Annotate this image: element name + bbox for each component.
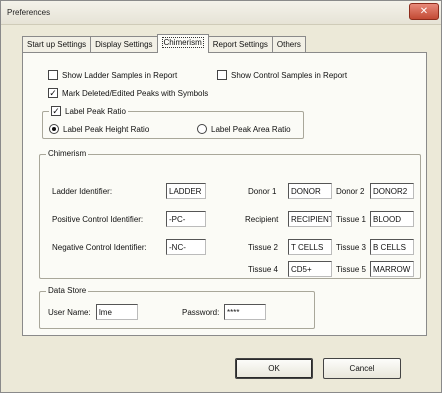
- label-peak-ratio-checkbox[interactable]: ✓ Label Peak Ratio: [49, 106, 128, 116]
- show-ladder-label: Show Ladder Samples in Report: [62, 70, 178, 80]
- show-control-label: Show Control Samples in Report: [231, 70, 348, 80]
- chimerism-tab-panel: Show Ladder Samples in Report Show Contr…: [22, 52, 427, 336]
- donor1-field[interactable]: DONOR: [288, 183, 332, 199]
- title-bar[interactable]: Preferences ✕: [1, 1, 441, 25]
- tab-start-up-settings[interactable]: Start up Settings: [22, 36, 92, 53]
- label-peak-ratio-group: ✓ Label Peak Ratio Label Peak Height Rat…: [42, 106, 304, 139]
- username-label: User Name:: [48, 308, 91, 317]
- height-ratio-label: Label Peak Height Ratio: [63, 124, 150, 134]
- show-control-check: [217, 70, 227, 80]
- area-ratio-label: Label Peak Area Ratio: [211, 124, 291, 134]
- chimerism-group-legend: Chimerism: [46, 149, 89, 158]
- cancel-button[interactable]: Cancel: [323, 358, 401, 379]
- tab-report-settings[interactable]: Report Settings: [207, 36, 273, 53]
- ok-button[interactable]: OK: [235, 358, 313, 379]
- password-label: Password:: [182, 308, 220, 317]
- negative-control-label: Negative Control Identifier:: [52, 243, 147, 252]
- chimerism-group: Chimerism Ladder Identifier: LADDER Posi…: [39, 149, 421, 279]
- label-peak-ratio-label: Label Peak Ratio: [65, 106, 126, 116]
- data-store-group: Data Store User Name: lme Password: ****: [39, 286, 315, 329]
- recipient-field[interactable]: RECIPIENT: [288, 211, 332, 227]
- negative-control-field[interactable]: -NC-: [166, 239, 206, 255]
- tissue4-field[interactable]: CD5+: [288, 261, 332, 277]
- tissue2-field[interactable]: T CELLS: [288, 239, 332, 255]
- show-ladder-checkbox[interactable]: Show Ladder Samples in Report: [48, 70, 177, 80]
- show-control-checkbox[interactable]: Show Control Samples in Report: [217, 70, 347, 80]
- area-ratio-radio-dot: [197, 124, 207, 134]
- donor2-field[interactable]: DONOR2: [370, 183, 414, 199]
- donor1-label: Donor 1: [248, 187, 277, 196]
- mark-deleted-label: Mark Deleted/Edited Peaks with Symbols: [62, 88, 209, 98]
- positive-control-field[interactable]: -PC-: [166, 211, 206, 227]
- recipient-label: Recipient: [245, 215, 279, 224]
- tab-strip: Start up Settings Display Settings Chime…: [22, 34, 306, 53]
- tab-chimerism-label: Chimerism: [161, 37, 204, 48]
- preferences-window: Preferences ✕ Start up Settings Display …: [0, 0, 442, 393]
- close-icon: ✕: [419, 6, 429, 17]
- height-ratio-radio-dot: [49, 124, 59, 134]
- password-field[interactable]: ****: [224, 304, 266, 320]
- tab-display-settings[interactable]: Display Settings: [90, 36, 158, 53]
- tissue2-label: Tissue 2: [248, 243, 278, 252]
- ladder-identifier-field[interactable]: LADDER: [166, 183, 206, 199]
- positive-control-label: Positive Control Identifier:: [52, 215, 144, 224]
- label-peak-ratio-check: ✓: [51, 106, 61, 116]
- area-ratio-radio[interactable]: Label Peak Area Ratio: [197, 124, 291, 134]
- tissue4-label: Tissue 4: [248, 265, 278, 274]
- ladder-identifier-label: Ladder Identifier:: [52, 187, 113, 196]
- show-ladder-check: [48, 70, 58, 80]
- tab-chimerism[interactable]: Chimerism: [156, 34, 209, 53]
- mark-deleted-check: ✓: [48, 88, 58, 98]
- donor2-label: Donor 2: [336, 187, 365, 196]
- tissue3-field[interactable]: B CELLS: [370, 239, 414, 255]
- height-ratio-radio[interactable]: Label Peak Height Ratio: [49, 124, 149, 134]
- tissue1-field[interactable]: BLOOD: [370, 211, 414, 227]
- window-title: Preferences: [7, 8, 51, 17]
- mark-deleted-checkbox[interactable]: ✓ Mark Deleted/Edited Peaks with Symbols: [48, 88, 208, 98]
- tissue5-field[interactable]: MARROW: [370, 261, 414, 277]
- tissue1-label: Tissue 1: [336, 215, 366, 224]
- data-store-legend: Data Store: [46, 286, 89, 295]
- tissue5-label: Tissue 5: [336, 265, 366, 274]
- close-button[interactable]: ✕: [409, 3, 439, 20]
- tab-others[interactable]: Others: [271, 36, 306, 53]
- tissue3-label: Tissue 3: [336, 243, 366, 252]
- username-field[interactable]: lme: [96, 304, 138, 320]
